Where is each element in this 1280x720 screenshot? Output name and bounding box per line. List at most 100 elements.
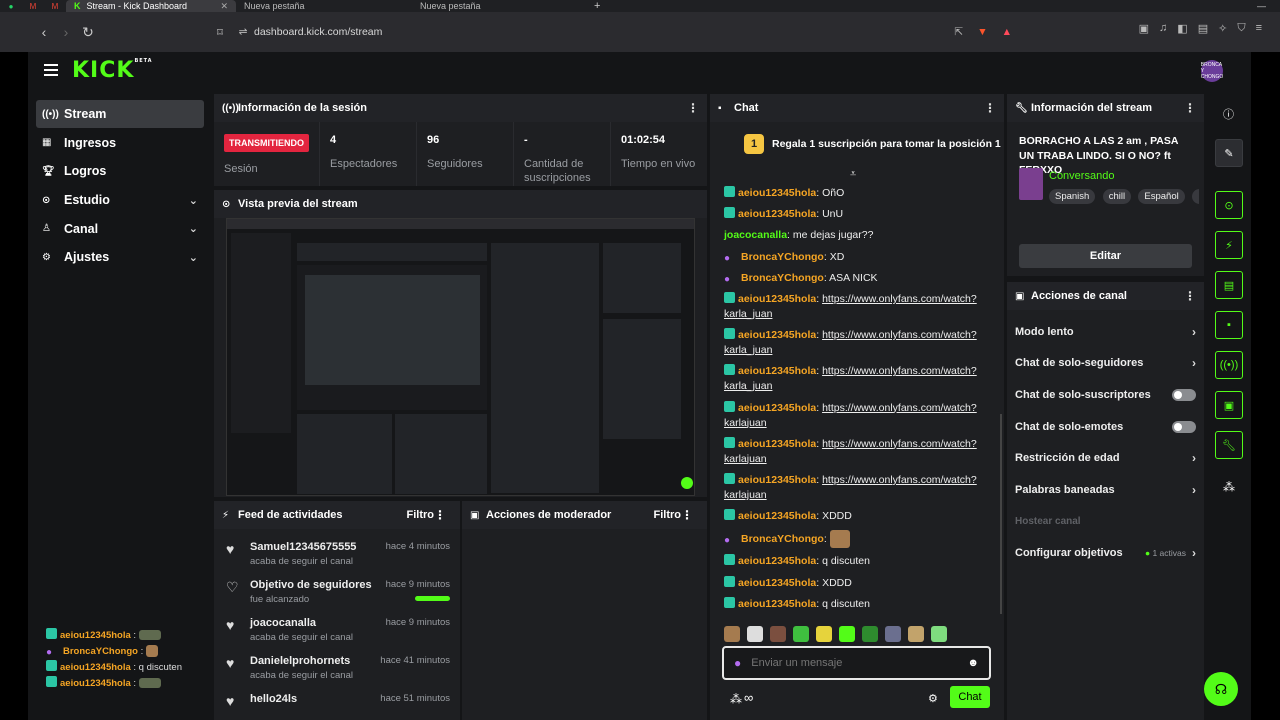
site-settings-icon[interactable]: ⇌ bbox=[232, 26, 254, 38]
chat-username[interactable]: aeiou12345hola bbox=[738, 474, 816, 486]
action-slow-mode[interactable]: Modo lento › bbox=[1007, 316, 1204, 348]
tag[interactable]: Español bbox=[1138, 189, 1185, 204]
chat-message-input[interactable] bbox=[751, 657, 942, 669]
avatar[interactable]: BRONCA Y CHONGO bbox=[1201, 60, 1223, 82]
sidebar-item-ajustes[interactable]: ⚙ Ajustes ⌄ bbox=[36, 243, 204, 271]
minimize-icon[interactable]: — bbox=[1257, 1, 1266, 11]
feed-filter-button[interactable]: Filtro bbox=[407, 509, 435, 521]
stream-preview-video[interactable] bbox=[226, 218, 695, 496]
tag[interactable] bbox=[1192, 189, 1199, 204]
chat-username[interactable]: BroncaYChongo bbox=[741, 533, 824, 545]
chat-input-box[interactable]: ● ☻ bbox=[722, 646, 991, 680]
sidebar-icon[interactable]: ◧ bbox=[1177, 22, 1187, 35]
chevron-down-icon[interactable]: ⩡ bbox=[850, 168, 856, 181]
more-options-icon[interactable]: ⋮ bbox=[984, 101, 996, 115]
sidebar-item-logros[interactable]: 🏆︎ Logros bbox=[36, 157, 204, 185]
camera-rail-icon[interactable]: ⊙ bbox=[1215, 191, 1243, 219]
more-options-icon[interactable]: ⋮ bbox=[434, 508, 446, 522]
infinity-icon[interactable]: ∞ bbox=[744, 690, 753, 705]
moderation-rail-icon[interactable]: ▣ bbox=[1215, 391, 1243, 419]
url-field[interactable]: ⇌ dashboard.kick.com/stream ⇱ ▼ ▲ bbox=[232, 20, 1012, 44]
sidebar-item-canal[interactable]: ♙ Canal ⌄ bbox=[36, 215, 204, 243]
chat-username[interactable]: aeiou12345hola bbox=[738, 187, 816, 199]
action-followers-only[interactable]: Chat de solo-seguidores › bbox=[1007, 348, 1204, 380]
subscribers-only-toggle[interactable] bbox=[1172, 388, 1196, 401]
chat-username[interactable]: aeiou12345hola bbox=[738, 555, 816, 567]
emote[interactable] bbox=[747, 626, 763, 642]
more-options-icon[interactable]: ⋮ bbox=[1184, 101, 1196, 115]
edit-stream-button[interactable]: Editar bbox=[1019, 244, 1192, 268]
category-name[interactable]: Conversando bbox=[1049, 170, 1114, 182]
send-chat-button[interactable]: Chat bbox=[950, 686, 990, 708]
more-options-icon[interactable]: ⋮ bbox=[1184, 289, 1196, 303]
notes-rail-icon[interactable]: ▤ bbox=[1215, 271, 1243, 299]
action-age-restriction[interactable]: Restricción de edad › bbox=[1007, 442, 1204, 474]
tag[interactable]: chill bbox=[1102, 189, 1132, 204]
edit-icon[interactable]: ✎ bbox=[1215, 139, 1243, 167]
more-options-icon[interactable]: ⋮ bbox=[681, 508, 693, 522]
lightning-rail-icon[interactable]: ⚡︎ bbox=[1215, 231, 1243, 259]
chat-username[interactable]: joacocanalla bbox=[724, 229, 787, 241]
gmail-pinned-tab-icon-2[interactable]: M bbox=[44, 0, 66, 12]
chat-scrollbar[interactable] bbox=[1000, 414, 1002, 614]
media-icon[interactable]: ♫ bbox=[1159, 22, 1167, 35]
chat-username[interactable]: aeiou12345hola bbox=[738, 293, 816, 305]
emote[interactable] bbox=[885, 626, 901, 642]
close-tab-icon[interactable]: ✕ bbox=[220, 1, 228, 12]
chat-settings-icon[interactable]: ⚙ bbox=[928, 692, 938, 705]
hamburger-menu-icon[interactable] bbox=[44, 64, 58, 76]
browser-tab-active[interactable]: K Stream - Kick Dashboard ✕ bbox=[66, 0, 236, 12]
emote[interactable] bbox=[793, 626, 809, 642]
emote[interactable] bbox=[724, 626, 740, 642]
emote[interactable] bbox=[908, 626, 924, 642]
info-icon[interactable]: ⓘ bbox=[1223, 106, 1234, 122]
browser-tab[interactable]: Nueva pestaña bbox=[412, 0, 588, 12]
more-options-icon[interactable]: ⋮ bbox=[687, 101, 699, 115]
reload-icon[interactable]: ↻ bbox=[77, 21, 99, 43]
chat-username[interactable]: aeiou12345hola bbox=[738, 598, 816, 610]
bookmark-icon[interactable]: ⌑ bbox=[209, 21, 231, 43]
pinned-gift-banner[interactable]: 1 Regala 1 suscripción para tomar la pos… bbox=[744, 134, 1001, 154]
sidebar-item-stream[interactable]: ((•)) Stream bbox=[36, 100, 204, 128]
chat-username[interactable]: aeiou12345hola bbox=[738, 329, 816, 341]
chat-username[interactable]: aeiou12345hola bbox=[738, 510, 816, 522]
action-banned-words[interactable]: Palabras baneadas › bbox=[1007, 474, 1204, 506]
emote[interactable] bbox=[931, 626, 947, 642]
kick-points-rail-icon[interactable]: ⁂ bbox=[1223, 480, 1235, 494]
action-configure-goals[interactable]: Configurar objetivos ● 1 activas › bbox=[1007, 537, 1204, 569]
tag[interactable]: Spanish bbox=[1049, 189, 1096, 204]
chat-username[interactable]: aeiou12345hola bbox=[738, 577, 816, 589]
share-icon[interactable]: ⇱ bbox=[954, 26, 963, 38]
emote[interactable] bbox=[770, 626, 786, 642]
chat-username[interactable]: aeiou12345hola bbox=[738, 365, 816, 377]
chat-username[interactable]: BroncaYChongo bbox=[741, 251, 824, 263]
forward-icon[interactable]: › bbox=[55, 21, 77, 43]
emote[interactable] bbox=[862, 626, 878, 642]
sidebar-item-ingresos[interactable]: ▦ Ingresos bbox=[36, 129, 204, 157]
brave-shield-icon[interactable]: ▼ bbox=[977, 26, 987, 38]
back-icon[interactable]: ‹ bbox=[33, 21, 55, 43]
emote[interactable] bbox=[816, 626, 832, 642]
chat-rail-icon[interactable]: ▪ bbox=[1215, 311, 1243, 339]
chat-username[interactable]: aeiou12345hola bbox=[738, 438, 816, 450]
wallet-icon[interactable]: ▤ bbox=[1198, 22, 1208, 35]
brave-rewards-icon[interactable]: ▲ bbox=[1002, 26, 1012, 38]
new-tab-icon[interactable]: + bbox=[594, 0, 600, 12]
chat-username[interactable]: aeiou12345hola bbox=[738, 208, 816, 220]
leo-ai-icon[interactable]: ✧ bbox=[1218, 22, 1227, 35]
wrench-rail-icon[interactable]: 🔧︎ bbox=[1215, 431, 1243, 459]
browser-tab[interactable]: Nueva pestaña bbox=[236, 0, 412, 12]
menu-icon[interactable]: ≡ bbox=[1256, 22, 1262, 35]
gmail-pinned-tab-icon[interactable]: M bbox=[22, 0, 44, 12]
emoji-icon[interactable]: ☻ bbox=[967, 657, 979, 669]
emotes-only-toggle[interactable] bbox=[1172, 420, 1196, 433]
vpn-icon[interactable]: ⛉ bbox=[1237, 22, 1245, 35]
chat-username[interactable]: BroncaYChongo bbox=[741, 272, 824, 284]
sidebar-item-estudio[interactable]: ⊙ Estudio ⌄ bbox=[36, 186, 204, 214]
kick-points-icon[interactable]: ⁂ bbox=[730, 692, 742, 706]
screenshot-icon[interactable]: ▣ bbox=[1139, 22, 1149, 35]
microphone-icon[interactable]: ● bbox=[734, 656, 741, 670]
chat-username[interactable]: aeiou12345hola bbox=[738, 402, 816, 414]
emote[interactable] bbox=[839, 626, 855, 642]
whatsapp-pinned-tab-icon[interactable]: ● bbox=[0, 0, 22, 12]
